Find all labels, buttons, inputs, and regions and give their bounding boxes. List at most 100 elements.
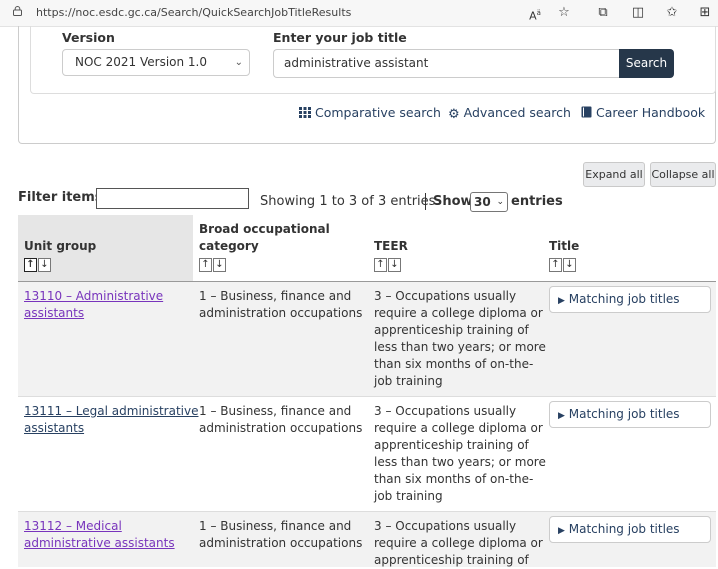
- broad-category-line1: 1 – Business, finance and: [199, 289, 352, 303]
- grid-icon: [299, 107, 311, 118]
- header-broad-category[interactable]: Broad occupational category ↑ ↓: [193, 215, 368, 281]
- broad-category-line2: administration occupations: [199, 421, 363, 435]
- unit-group-link-line1: 13110 – Administrative: [24, 289, 164, 303]
- table-row: 13112 – Medical administrative assistants…: [18, 512, 716, 567]
- unit-group-link[interactable]: 13111 – Legal administrative assistants: [24, 404, 198, 435]
- sort-descending-icon[interactable]: ↓: [38, 258, 51, 272]
- sort-descending-icon[interactable]: ↓: [388, 258, 401, 272]
- broad-category-line1: 1 – Business, finance and: [199, 519, 352, 533]
- header-title-label: Title: [549, 239, 580, 253]
- header-teer[interactable]: TEER ↑ ↓: [368, 215, 543, 281]
- entries-per-page-value: 30: [474, 195, 491, 209]
- teer-line: require a college diploma or: [374, 421, 543, 435]
- favorite-star-icon[interactable]: ☆: [555, 4, 573, 22]
- advanced-search-label: Advanced search: [463, 105, 571, 120]
- broad-category-cell: 1 – Business, finance and administration …: [199, 288, 362, 322]
- url-text[interactable]: https://noc.esdc.gc.ca/Search/QuickSearc…: [36, 6, 351, 19]
- comparative-search-label: Comparative search: [315, 105, 441, 120]
- teer-line: job training: [374, 489, 443, 503]
- collapse-all-button[interactable]: Collapse all: [650, 162, 716, 187]
- unit-group-cell: 13111 – Legal administrative assistants: [24, 403, 198, 437]
- entries-per-page-select[interactable]: 30 ⌄: [470, 192, 508, 212]
- career-handbook-link[interactable]: Career Handbook: [581, 105, 705, 120]
- unit-group-cell: 13110 – Administrative assistants: [24, 288, 163, 322]
- matching-job-titles-button[interactable]: ▶ Matching job titles: [549, 516, 711, 543]
- book-icon: [581, 106, 592, 118]
- triangle-right-icon: ▶: [558, 296, 565, 306]
- teer-line: less than two years; or more: [374, 455, 546, 469]
- matching-job-titles-button[interactable]: ▶ Matching job titles: [549, 401, 711, 428]
- chevron-down-icon: ⌄: [234, 57, 243, 68]
- header-broad-category-line2: category: [199, 239, 259, 253]
- version-label: Version: [62, 30, 115, 45]
- unit-group-link-line1: 13111 – Legal administrative: [24, 404, 199, 418]
- teer-cell: 3 – Occupations usually require a colleg…: [374, 288, 546, 390]
- table-header: Unit group ↑ ↓ Broad occupational catego…: [18, 215, 716, 283]
- unit-group-link-line2: assistants: [24, 421, 85, 435]
- matching-job-titles-label: Matching job titles: [568, 522, 680, 536]
- unit-group-link-line2: administrative assistants: [24, 536, 175, 550]
- header-broad-category-line1: Broad occupational: [199, 222, 330, 236]
- filter-label: Filter items: [18, 190, 103, 205]
- unit-group-link[interactable]: 13110 – Administrative assistants: [24, 289, 163, 320]
- broad-category-line2: administration occupations: [199, 306, 363, 320]
- table-row: 13110 – Administrative assistants 1 – Bus…: [18, 282, 716, 397]
- matching-job-titles-label: Matching job titles: [568, 292, 680, 306]
- unit-group-cell: 13112 – Medical administrative assistants: [24, 518, 175, 552]
- extensions-icon[interactable]: ⧉: [594, 4, 612, 22]
- favorites-icon[interactable]: ✩: [663, 4, 681, 22]
- broad-category-cell: 1 – Business, finance and administration …: [199, 518, 362, 552]
- broad-category-cell: 1 – Business, finance and administration …: [199, 403, 362, 437]
- triangle-right-icon: ▶: [558, 526, 565, 536]
- sort-ascending-icon[interactable]: ↑: [549, 258, 562, 272]
- matching-job-titles-button[interactable]: ▶ Matching job titles: [549, 286, 711, 313]
- filter-input[interactable]: [96, 188, 249, 209]
- sort-descending-icon[interactable]: ↓: [563, 258, 576, 272]
- teer-cell: 3 – Occupations usually require a colleg…: [374, 403, 546, 505]
- teer-line: apprenticeship training of: [374, 438, 529, 452]
- table-row: 13111 – Legal administrative assistants 1…: [18, 397, 716, 512]
- unit-group-link[interactable]: 13112 – Medical administrative assistants: [24, 519, 175, 550]
- chevron-down-icon: ⌄: [496, 197, 504, 207]
- unit-group-link-line2: assistants: [24, 306, 85, 320]
- unit-group-link-line1: 13112 – Medical: [24, 519, 122, 533]
- teer-cell: 3 – Occupations usually require a colleg…: [374, 518, 543, 569]
- read-aloud-icon[interactable]: Aä: [526, 4, 544, 23]
- expand-all-button[interactable]: Expand all: [583, 162, 645, 187]
- broad-category-line1: 1 – Business, finance and: [199, 404, 352, 418]
- lock-icon: [13, 6, 22, 16]
- career-handbook-label: Career Handbook: [596, 105, 706, 120]
- teer-line: apprenticeship training of: [374, 323, 529, 337]
- job-title-label: Enter your job title: [273, 30, 407, 45]
- teer-line: 3 – Occupations usually: [374, 519, 517, 533]
- show-label: Show: [433, 194, 473, 209]
- sort-ascending-icon[interactable]: ↑: [24, 258, 37, 272]
- showing-entries-text: Showing 1 to 3 of 3 entries: [260, 194, 436, 209]
- comparative-search-link[interactable]: Comparative search: [299, 105, 441, 120]
- teer-line: require a college diploma or: [374, 536, 543, 550]
- triangle-right-icon: ▶: [558, 411, 565, 421]
- matching-job-titles-label: Matching job titles: [568, 407, 680, 421]
- split-screen-icon[interactable]: ◫: [629, 4, 647, 22]
- job-title-input[interactable]: administrative assistant: [273, 49, 619, 78]
- version-select[interactable]: NOC 2021 Version 1.0 ⌄: [62, 49, 250, 76]
- entries-label: entries: [511, 194, 563, 209]
- sort-ascending-icon[interactable]: ↑: [199, 258, 212, 272]
- teer-line: apprenticeship training of: [374, 553, 529, 567]
- search-button[interactable]: Search: [619, 49, 674, 78]
- sort-descending-icon[interactable]: ↓: [213, 258, 226, 272]
- collections-icon[interactable]: ⊞: [696, 4, 714, 22]
- divider: [425, 193, 426, 210]
- teer-line: 3 – Occupations usually: [374, 404, 517, 418]
- sort-ascending-icon[interactable]: ↑: [374, 258, 387, 272]
- teer-line: than six months of on-the-: [374, 472, 534, 486]
- header-unit-group[interactable]: Unit group ↑ ↓: [18, 215, 193, 281]
- gear-icon: ⚙: [448, 107, 460, 122]
- header-teer-label: TEER: [374, 239, 408, 253]
- header-title[interactable]: Title ↑ ↓: [543, 215, 716, 281]
- advanced-search-link[interactable]: ⚙ Advanced search: [448, 105, 571, 122]
- teer-line: than six months of on-the-: [374, 357, 534, 371]
- browser-address-bar: https://noc.esdc.gc.ca/Search/QuickSearc…: [0, 0, 718, 27]
- teer-line: job training: [374, 374, 443, 388]
- teer-line: less than two years; or more: [374, 340, 546, 354]
